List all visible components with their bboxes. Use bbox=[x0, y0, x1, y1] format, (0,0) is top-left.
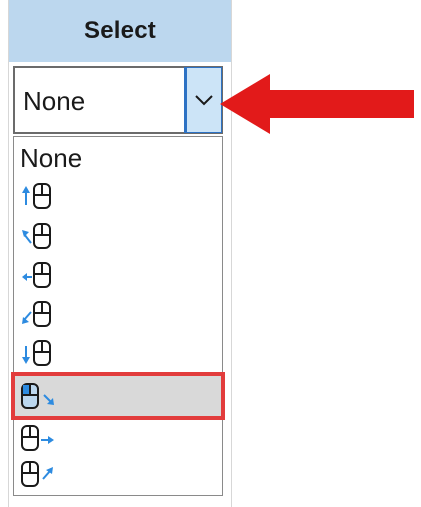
mouse-arrow-up-left-icon bbox=[20, 221, 64, 251]
chevron-down-icon bbox=[194, 94, 214, 106]
mouse-arrow-up-right-icon bbox=[20, 459, 64, 489]
option-mouse-down-right[interactable] bbox=[11, 372, 225, 420]
dropdown-list: None bbox=[11, 136, 225, 496]
mouse-arrow-down-icon bbox=[20, 338, 64, 368]
red-arrow-annotation bbox=[220, 72, 416, 143]
option-label: None bbox=[20, 142, 83, 173]
mouse-arrow-down-right-icon bbox=[20, 381, 64, 411]
option-none[interactable]: None bbox=[14, 139, 222, 177]
column-header-title: Select bbox=[84, 17, 156, 44]
option-mouse-down-left[interactable] bbox=[14, 295, 222, 333]
combobox-value: None bbox=[23, 86, 86, 116]
option-mouse-down[interactable] bbox=[14, 334, 222, 372]
option-mouse-up-left[interactable] bbox=[14, 217, 222, 255]
mouse-arrow-right-icon bbox=[20, 423, 64, 453]
option-mouse-up-right[interactable] bbox=[14, 455, 222, 493]
select-panel: Select None None bbox=[8, 0, 232, 507]
option-mouse-right[interactable] bbox=[14, 419, 222, 457]
option-mouse-up[interactable] bbox=[14, 177, 222, 215]
option-mouse-left[interactable] bbox=[14, 256, 222, 294]
mouse-arrow-up-icon bbox=[20, 181, 64, 211]
mouse-arrow-down-left-icon bbox=[20, 299, 64, 329]
column-header: Select bbox=[9, 0, 231, 62]
select-combobox[interactable]: None bbox=[13, 66, 223, 134]
dropdown-button[interactable] bbox=[184, 67, 222, 133]
mouse-arrow-left-icon bbox=[20, 260, 64, 290]
